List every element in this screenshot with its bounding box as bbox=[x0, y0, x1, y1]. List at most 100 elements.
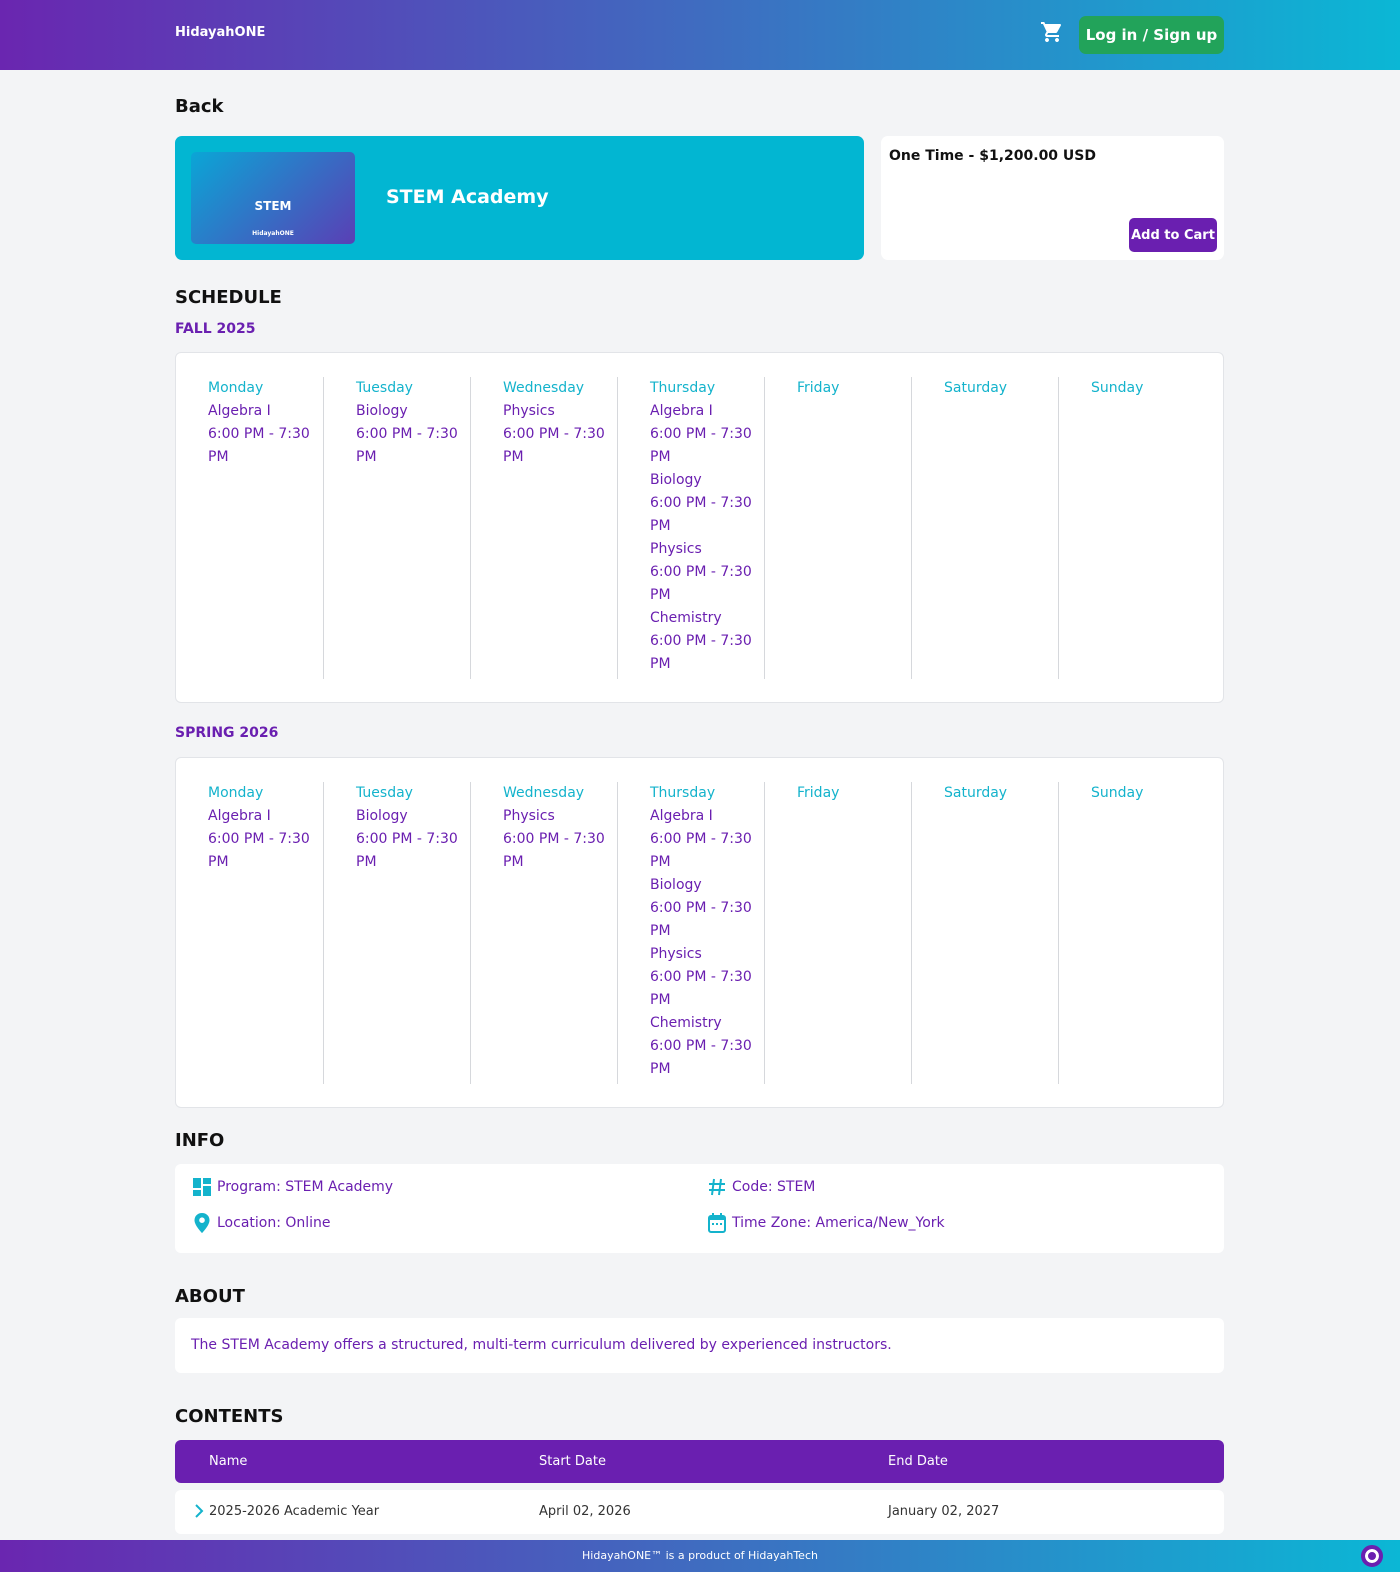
course-time: 6:00 PM - 7:30 PM bbox=[208, 426, 310, 465]
day-column-sunday: Sunday bbox=[1058, 782, 1205, 1084]
day-header: Tuesday bbox=[356, 785, 413, 801]
column-header-start-date[interactable]: Start Date bbox=[539, 1454, 606, 1469]
day-header: Wednesday bbox=[503, 380, 585, 396]
course-name: Physics bbox=[650, 946, 702, 962]
hashtag-icon bbox=[709, 1178, 725, 1196]
day-column-thursday: Thursday Algebra I 6:00 PM - 7:30 PM Biolog… bbox=[617, 377, 764, 679]
day-column-saturday: Saturday bbox=[911, 782, 1058, 1084]
location-pin-icon bbox=[194, 1213, 210, 1233]
course-name: Physics bbox=[503, 808, 555, 824]
course-name: Chemistry bbox=[650, 610, 722, 626]
day-column-saturday: Saturday bbox=[911, 377, 1058, 679]
day-header: Thursday bbox=[650, 380, 716, 396]
day-column-sunday: Sunday bbox=[1058, 377, 1205, 679]
course-name: Algebra I bbox=[650, 403, 713, 419]
info-program-text: Program: STEM Academy bbox=[217, 1179, 394, 1195]
course-time: 6:00 PM - 7:30 PM bbox=[503, 831, 605, 870]
info-timezone-text: Time Zone: America/New_York bbox=[732, 1215, 945, 1231]
info-heading: INFO bbox=[175, 1130, 225, 1151]
info-program: Program: STEM Academy bbox=[193, 1178, 393, 1196]
info-location: Location: Online bbox=[193, 1213, 331, 1233]
day-header: Wednesday bbox=[503, 785, 585, 801]
row-name: 2025-2026 Academic Year bbox=[209, 1504, 380, 1519]
course-name: Physics bbox=[650, 541, 702, 557]
course-name: Biology bbox=[650, 877, 702, 893]
day-column-friday: Friday bbox=[764, 782, 911, 1084]
day-header: Tuesday bbox=[356, 380, 413, 396]
day-column-tuesday: Tuesday Biology 6:00 PM - 7:30 PM bbox=[323, 782, 470, 1084]
day-column-monday: Monday Algebra I 6:00 PM - 7:30 PM bbox=[176, 377, 323, 679]
info-timezone: Time Zone: America/New_York bbox=[708, 1213, 945, 1233]
login-signup-button[interactable]: Log in / Sign up bbox=[1079, 16, 1224, 54]
about-heading: ABOUT bbox=[175, 1286, 245, 1307]
price-card: One Time - $1,200.00 USD Add to Cart bbox=[881, 136, 1224, 260]
row-end-date: January 02, 2027 bbox=[888, 1504, 1000, 1519]
course-name: Chemistry bbox=[650, 1015, 722, 1031]
table-row[interactable]: 2025-2026 Academic Year April 02, 2026 J… bbox=[175, 1490, 1224, 1534]
course-time: 6:00 PM - 7:30 PM bbox=[650, 900, 752, 939]
column-header-name[interactable]: Name bbox=[209, 1454, 247, 1469]
course-name: Biology bbox=[356, 808, 408, 824]
day-header: Monday bbox=[208, 380, 264, 396]
chevron-right-icon[interactable] bbox=[193, 1503, 205, 1519]
thumbnail-title: STEM bbox=[254, 199, 292, 213]
course-name: Algebra I bbox=[208, 403, 271, 419]
course-time: 6:00 PM - 7:30 PM bbox=[650, 969, 752, 1008]
price-label: One Time - $1,200.00 USD bbox=[889, 148, 1096, 164]
info-code-text: Code: STEM bbox=[732, 1179, 816, 1195]
dashboard-icon bbox=[193, 1178, 211, 1196]
course-time: 6:00 PM - 7:30 PM bbox=[650, 564, 752, 603]
course-time: 6:00 PM - 7:30 PM bbox=[650, 633, 752, 672]
day-header: Sunday bbox=[1091, 785, 1144, 801]
day-column-thursday: Thursday Algebra I 6:00 PM - 7:30 PM Biolog… bbox=[617, 782, 764, 1084]
course-time: 6:00 PM - 7:30 PM bbox=[208, 831, 310, 870]
help-circle-icon[interactable] bbox=[1361, 1545, 1383, 1567]
add-to-cart-button[interactable]: Add to Cart bbox=[1129, 218, 1217, 252]
day-header: Saturday bbox=[944, 785, 1008, 801]
day-column-monday: Monday Algebra I 6:00 PM - 7:30 PM bbox=[176, 782, 323, 1084]
term-heading-spring: SPRING 2026 bbox=[175, 725, 279, 741]
course-name: Biology bbox=[650, 472, 702, 488]
course-time: 6:00 PM - 7:30 PM bbox=[650, 1038, 752, 1077]
course-time: 6:00 PM - 7:30 PM bbox=[650, 495, 752, 534]
course-name: Physics bbox=[503, 403, 555, 419]
course-name: Algebra I bbox=[650, 808, 713, 824]
course-time: 6:00 PM - 7:30 PM bbox=[650, 831, 752, 870]
day-column-friday: Friday bbox=[764, 377, 911, 679]
day-header: Monday bbox=[208, 785, 264, 801]
info-card: Program: STEM Academy Code: STEM Locatio… bbox=[175, 1164, 1224, 1253]
thumbnail-brand: HidayahONE bbox=[252, 230, 294, 237]
brand-logo[interactable]: HidayahONE bbox=[175, 25, 265, 40]
footer: HidayahONE™ is a product of HidayahTech bbox=[0, 1540, 1400, 1572]
day-header: Sunday bbox=[1091, 380, 1144, 396]
course-time: 6:00 PM - 7:30 PM bbox=[356, 426, 458, 465]
day-column-wednesday: Wednesday Physics 6:00 PM - 7:30 PM bbox=[470, 782, 617, 1084]
shopping-cart-icon[interactable] bbox=[1040, 20, 1064, 44]
top-bar: HidayahONE Log in / Sign up bbox=[0, 0, 1400, 70]
schedule-table-spring: Monday Algebra I 6:00 PM - 7:30 PM Tuesday B… bbox=[175, 757, 1224, 1108]
column-header-end-date[interactable]: End Date bbox=[888, 1454, 948, 1469]
schedule-table-fall: Monday Algebra I 6:00 PM - 7:30 PM Tuesday B… bbox=[175, 352, 1224, 703]
term-heading-fall: FALL 2025 bbox=[175, 321, 256, 337]
course-time: 6:00 PM - 7:30 PM bbox=[356, 831, 458, 870]
footer-text: HidayahONE™ is a product of HidayahTech bbox=[582, 1549, 818, 1562]
about-card: The STEM Academy offers a structured, mu… bbox=[175, 1318, 1224, 1373]
day-header: Friday bbox=[797, 785, 840, 801]
about-text: The STEM Academy offers a structured, mu… bbox=[191, 1337, 892, 1353]
schedule-heading: SCHEDULE bbox=[175, 287, 282, 308]
day-header: Friday bbox=[797, 380, 840, 396]
info-code: Code: STEM bbox=[708, 1178, 815, 1196]
row-start-date: April 02, 2026 bbox=[539, 1504, 631, 1519]
day-column-wednesday: Wednesday Physics 6:00 PM - 7:30 PM bbox=[470, 377, 617, 679]
contents-table-header: Name Start Date End Date bbox=[175, 1440, 1224, 1483]
program-title: STEM Academy bbox=[386, 186, 549, 208]
program-thumbnail: STEM HidayahONE bbox=[191, 152, 355, 244]
course-time: 6:00 PM - 7:30 PM bbox=[650, 426, 752, 465]
course-time: 6:00 PM - 7:30 PM bbox=[503, 426, 605, 465]
calendar-icon bbox=[708, 1213, 726, 1233]
back-link[interactable]: Back bbox=[175, 96, 224, 117]
contents-heading: CONTENTS bbox=[175, 1406, 284, 1427]
course-name: Biology bbox=[356, 403, 408, 419]
day-column-tuesday: Tuesday Biology 6:00 PM - 7:30 PM bbox=[323, 377, 470, 679]
course-name: Algebra I bbox=[208, 808, 271, 824]
